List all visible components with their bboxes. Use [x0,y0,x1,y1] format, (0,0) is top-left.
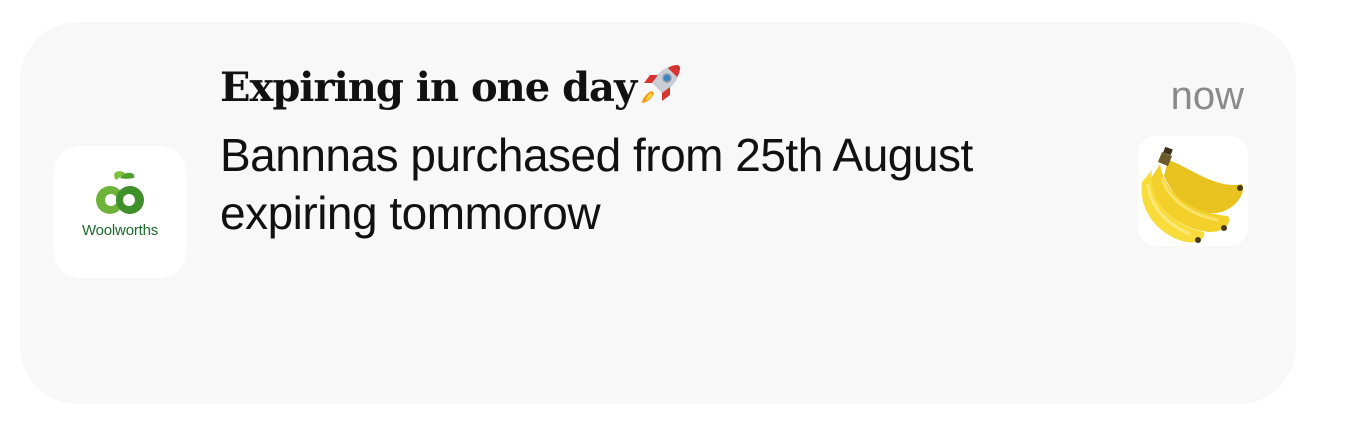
rocket-icon [638,61,684,122]
app-name-label: Woolworths [81,222,159,239]
woolworths-app-icon: Woolworths [54,146,186,278]
woolworths-logo-icon [96,171,144,214]
notification-card[interactable]: Woolworths Expiring in one day Bannnas p… [20,22,1296,404]
notification-body: Bannnas purchased from 25th August expir… [220,129,973,239]
notification-timestamp: now [1170,74,1244,118]
bananas-thumbnail [1138,136,1248,246]
notification-title: Expiring in one day [220,60,684,122]
title-text: Expiring in one day [220,64,637,111]
bananas-image [1141,146,1244,243]
